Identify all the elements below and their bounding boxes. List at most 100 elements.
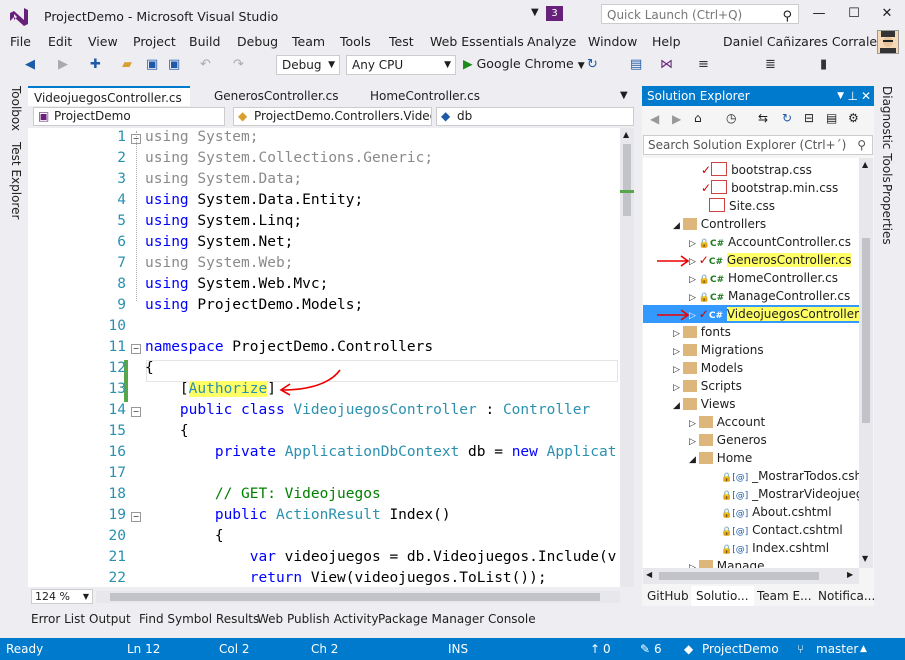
status-branch[interactable]: master (816, 638, 858, 660)
menu-edit[interactable]: Edit (48, 34, 72, 49)
save-icon[interactable]: ▣ (146, 57, 158, 72)
minimize-button[interactable]: — (805, 6, 833, 24)
tab-team-explorer[interactable]: Team E... (757, 586, 812, 606)
tree-item-manage-folder[interactable]: ▷ Manage (689, 557, 764, 568)
scroll-up-icon[interactable]: ▲ (862, 160, 868, 169)
properties-tab[interactable]: Properties (880, 184, 894, 245)
back-icon[interactable]: ◀ (650, 112, 659, 126)
editor-horizontal-scrollbar[interactable] (96, 591, 620, 603)
status-unpushed-count[interactable]: 0 (603, 638, 611, 660)
undo-icon[interactable]: ↶ (200, 57, 211, 72)
tree-item-generos-controller[interactable]: ▷ ✓C# GenerosController.cs (689, 251, 852, 269)
tree-item-account-folder[interactable]: ▷ Account (689, 413, 765, 431)
collapse-icon[interactable]: − (131, 344, 141, 354)
menu-project[interactable]: Project (133, 34, 176, 49)
tab-videojuegos-controller[interactable]: VideojuegosController.cs ⊞ ✕ (28, 86, 190, 125)
tree-item-home-controller[interactable]: ▷ 🔒C# HomeController.cs (689, 269, 838, 287)
solution-explorer-search-input[interactable]: Search Solution Explorer (Ctrl+´) ⚲ (643, 135, 873, 155)
scroll-up-icon[interactable]: ▲ (623, 130, 629, 139)
forward-icon[interactable]: ▶ (672, 112, 681, 126)
chevron-down-icon[interactable]: ▼ (837, 86, 844, 106)
platform-select[interactable]: Any CPU ▼ (346, 55, 456, 75)
member-navigation-select[interactable]: ◆ db (436, 107, 634, 126)
tab-github[interactable]: GitHub (647, 586, 689, 606)
menu-file[interactable]: File (10, 34, 31, 49)
tab-overflow-icon[interactable]: ▼ (620, 90, 628, 101)
save-all-icon[interactable]: ▣ (168, 57, 180, 72)
tab-generos-controller[interactable]: GenerosController.cs (208, 86, 348, 106)
tab-home-controller[interactable]: HomeController.cs (364, 86, 504, 106)
tree-item-mostrarvideojuego[interactable]: 🔒[@] _MostrarVideojuego. (721, 485, 859, 503)
code-editor[interactable]: − − − − 1 2 3 4 5 6 7 8 9 10 11 12 13 14… (28, 128, 620, 587)
tree-item-site-css[interactable]: Site.css (709, 197, 775, 215)
toolbox-tab[interactable]: Toolbox (9, 86, 23, 131)
menu-window[interactable]: Window (588, 34, 637, 49)
test-explorer-tab[interactable]: Test Explorer (9, 142, 23, 219)
browser-link-icon[interactable]: ▤ (630, 57, 642, 72)
tree-item-account-controller[interactable]: ▷ 🔒C# AccountController.cs (689, 233, 851, 251)
menu-team[interactable]: Team (292, 34, 325, 49)
tab-solution-explorer[interactable]: Solutio... (691, 586, 754, 606)
forward-icon[interactable]: ▶ (58, 57, 68, 72)
avatar[interactable] (877, 30, 899, 54)
tree-item-controllers[interactable]: ◢ Controllers (673, 215, 766, 233)
scroll-thumb[interactable] (862, 238, 870, 423)
scroll-thumb[interactable] (659, 572, 819, 580)
menu-build[interactable]: Build (189, 34, 220, 49)
status-pencil-icon[interactable]: ✎ (640, 638, 650, 660)
status-changes-count[interactable]: 6 (654, 638, 662, 660)
menu-web-essentials[interactable]: Web Essentials (430, 34, 524, 49)
tree-item-manage-controller[interactable]: ▷ 🔒C# ManageController.cs (689, 287, 850, 305)
tab-notifications[interactable]: Notifica... (818, 586, 875, 606)
menu-tools[interactable]: Tools (340, 34, 371, 49)
tree-item-bootstrap-min-css[interactable]: ✓ bootstrap.min.css (701, 179, 838, 197)
menu-help[interactable]: Help (652, 34, 681, 49)
refresh-icon[interactable]: ↻ (587, 57, 598, 72)
tab-web-publish-activity[interactable]: Web Publish Activity (257, 612, 378, 626)
menu-debug[interactable]: Debug (237, 34, 278, 49)
tree-item-contact[interactable]: 🔒[@] Contact.cshtml (721, 521, 843, 539)
close-icon[interactable]: ✕ (861, 86, 871, 106)
status-upload-icon[interactable]: ↑ (590, 638, 600, 660)
scroll-left-icon[interactable]: ◀ (646, 570, 652, 579)
status-project[interactable]: ProjectDemo (702, 638, 779, 660)
home-icon[interactable]: ⌂ (694, 111, 702, 125)
notification-count[interactable]: 3 (546, 6, 563, 21)
close-button[interactable]: ✕ (873, 6, 901, 24)
new-project-icon[interactable]: ✚ (90, 57, 101, 72)
solution-tree[interactable]: ✓ bootstrap.css ✓ bootstrap.min.css Site.c… (643, 158, 859, 568)
scroll-down-icon[interactable]: ▼ (862, 554, 868, 563)
scroll-thumb[interactable] (623, 144, 631, 216)
type-navigation-select[interactable]: ◆ ProjectDemo.Controllers.Video (233, 107, 432, 126)
collapse-icon[interactable]: − (131, 134, 141, 144)
editor-vertical-scrollbar[interactable]: ▲ (620, 128, 634, 587)
project-navigation-select[interactable]: ▣ ProjectDemo (33, 107, 225, 126)
show-all-files-icon[interactable]: ▤ (826, 111, 837, 125)
format-icon[interactable]: ≣ (765, 57, 776, 72)
tree-item-fonts[interactable]: ▷ fonts (673, 323, 731, 341)
tab-error-list[interactable]: Error List (31, 612, 85, 626)
tree-item-migrations[interactable]: ▷ Migrations (673, 341, 764, 359)
tab-package-manager-console[interactable]: Package Manager Console (378, 612, 536, 626)
back-icon[interactable]: ◀ (25, 57, 35, 72)
tree-item-scripts[interactable]: ▷ Scripts (673, 377, 742, 395)
notification-flag-icon[interactable]: ▼ (531, 7, 545, 19)
configuration-select[interactable]: Debug ▼ (276, 55, 340, 75)
comment-icon[interactable]: ≡ (698, 57, 709, 72)
tree-item-about[interactable]: 🔒[@] About.cshtml (721, 503, 832, 521)
refresh-icon[interactable]: ↻ (782, 111, 792, 125)
redo-icon[interactable]: ↷ (233, 57, 244, 72)
vs-extension-icon[interactable]: ⋈ (660, 57, 673, 72)
tab-find-symbol-results[interactable]: Find Symbol Results (139, 612, 259, 626)
tree-item-index[interactable]: 🔒[@] Index.cshtml (721, 539, 829, 557)
solution-explorer-horizontal-scrollbar[interactable]: ◀ ▶ (643, 568, 859, 584)
collapse-icon[interactable]: − (131, 407, 141, 417)
solution-explorer-vertical-scrollbar[interactable]: ▲ ▼ (859, 158, 873, 568)
open-folder-icon[interactable]: ▰ (122, 57, 132, 72)
scroll-thumb[interactable] (110, 593, 600, 601)
tree-item-generos-folder[interactable]: ▷ Generos (689, 431, 767, 449)
collapse-all-icon[interactable]: ⊟ (804, 111, 814, 125)
collapse-icon[interactable]: − (131, 512, 141, 522)
sync-icon[interactable]: ⇆ (758, 111, 768, 125)
diagnostic-tools-tab[interactable]: Diagnostic Tools (880, 86, 894, 183)
